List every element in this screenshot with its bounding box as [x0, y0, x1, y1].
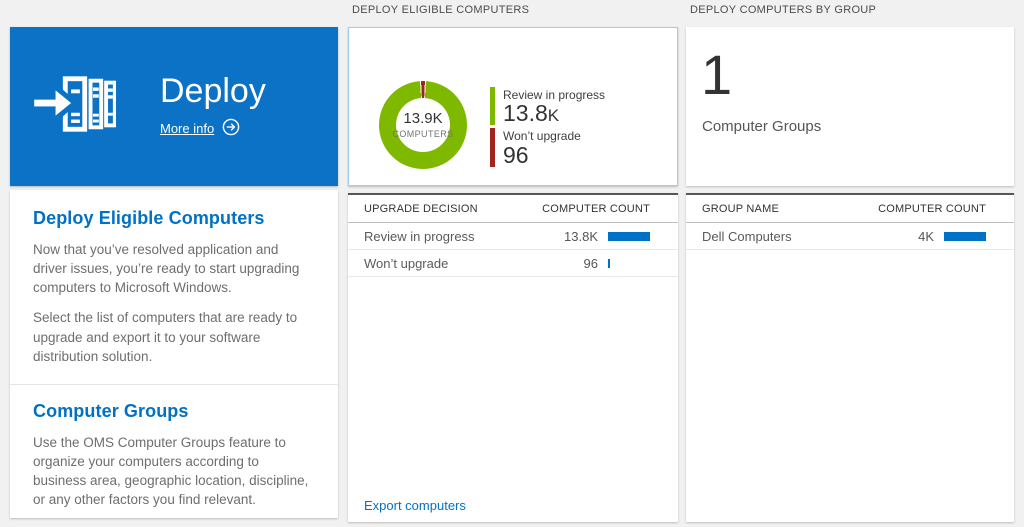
upgrade-decision-table-panel: UPGRADE DECISION COMPUTER COUNT Review i… — [348, 193, 678, 522]
deploy-paragraph-1: Now that you’ve resolved application and… — [33, 240, 315, 297]
group-table-panel: GROUP NAME COMPUTER COUNT Dell Computers… — [686, 193, 1014, 522]
tile-title: Deploy — [160, 74, 266, 110]
table-row[interactable]: Review in progress 13.8K — [348, 223, 678, 250]
deploy-books-arrow-icon — [34, 70, 116, 143]
donut-center-value: 13.9K — [403, 111, 442, 128]
donut-center-label: COMPUTERS — [392, 129, 453, 139]
computer-groups-heading: Computer Groups — [33, 385, 315, 422]
deploy-dashboard: DEPLOY ELIGIBLE COMPUTERS DEPLOY COMPUTE… — [0, 0, 1024, 527]
more-info-link[interactable]: More info — [160, 118, 266, 139]
deploy-description-panel: Deploy Eligible Computers Now that you’v… — [10, 190, 338, 518]
legend-value: 13.8K — [503, 102, 605, 125]
group-count-value: 1 — [701, 47, 732, 103]
section-title-deploy-eligible-computers: DEPLOY ELIGIBLE COMPUTERS — [352, 4, 529, 16]
legend-item-wont-upgrade: Won’t upgrade 96 — [490, 128, 605, 166]
upgrade-decision-table-header: UPGRADE DECISION COMPUTER COUNT — [348, 193, 678, 223]
computers-donut-chart: 13.9K COMPUTERS — [379, 81, 467, 169]
table-row[interactable]: Won’t upgrade 96 — [348, 250, 678, 277]
count-bar — [608, 259, 650, 268]
deploy-tile[interactable]: Deploy More info — [10, 27, 338, 186]
green-swatch — [490, 87, 495, 125]
section-title-deploy-computers-by-group: DEPLOY COMPUTERS BY GROUP — [690, 4, 876, 16]
red-swatch — [490, 128, 495, 166]
computer-groups-summary-card[interactable]: 1 Computer Groups — [686, 27, 1014, 186]
table-row[interactable]: Dell Computers 4K — [686, 223, 1014, 250]
eligible-computers-chart-card[interactable]: 13.9K COMPUTERS Review in progress 13.8K… — [348, 27, 678, 186]
donut-legend: Review in progress 13.8K Won’t upgrade 9… — [490, 87, 605, 170]
legend-value: 96 — [503, 144, 581, 167]
count-bar — [944, 232, 986, 241]
legend-item-review-in-progress: Review in progress 13.8K — [490, 87, 605, 125]
group-table-header: GROUP NAME COMPUTER COUNT — [686, 193, 1014, 223]
deploy-paragraph-2: Select the list of computers that are re… — [33, 308, 315, 365]
arrow-circle-icon[interactable] — [222, 118, 240, 139]
col-upgrade-decision: UPGRADE DECISION — [364, 203, 478, 215]
count-bar — [608, 232, 650, 241]
more-info-label[interactable]: More info — [160, 121, 214, 136]
computer-groups-paragraph: Use the OMS Computer Groups feature to o… — [33, 433, 315, 510]
col-computer-count: COMPUTER COUNT — [878, 203, 986, 215]
deploy-eligible-computers-heading: Deploy Eligible Computers — [33, 190, 315, 229]
col-group-name: GROUP NAME — [702, 203, 779, 215]
donut-center: 13.9K COMPUTERS — [396, 98, 450, 152]
col-computer-count: COMPUTER COUNT — [542, 203, 650, 215]
group-count-label: Computer Groups — [702, 118, 821, 135]
export-computers-link[interactable]: Export computers — [364, 498, 466, 513]
